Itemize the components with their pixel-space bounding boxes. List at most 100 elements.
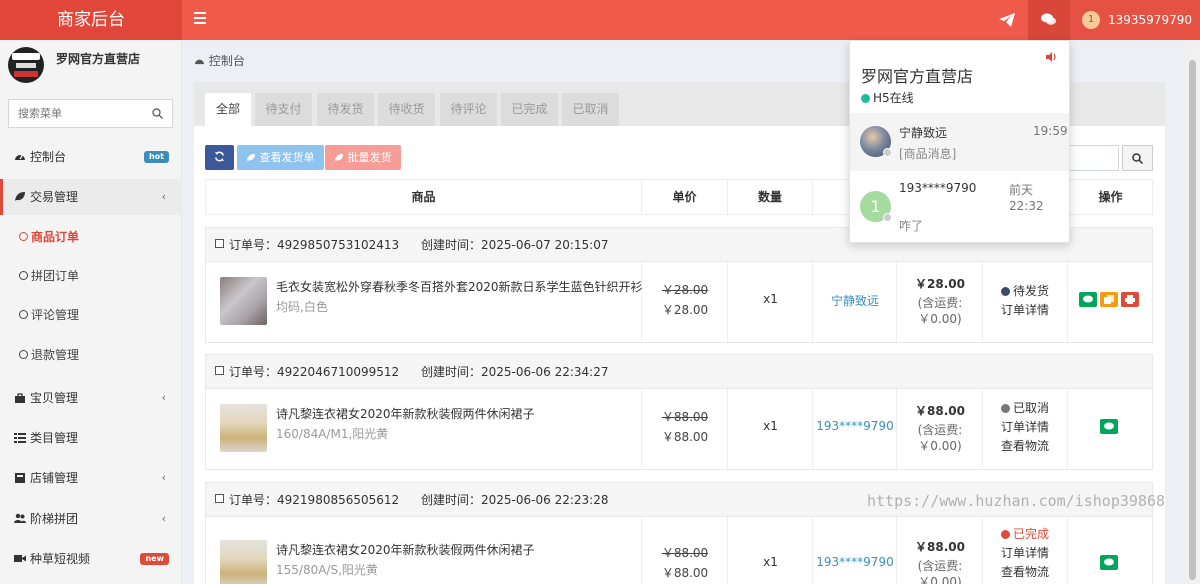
view-logistics-link[interactable]: 查看物流 xyxy=(1001,439,1049,453)
sidebar-item-videos[interactable]: 种草短视频 new xyxy=(0,541,182,577)
circle-icon xyxy=(19,310,28,319)
sidebar-item-categories[interactable]: 类目管理 xyxy=(0,420,182,456)
unit-price: ￥88.00 xyxy=(661,566,709,580)
menu-toggle-icon[interactable] xyxy=(194,12,206,26)
chevron-left-icon: ‹ xyxy=(161,471,166,484)
circle-icon xyxy=(19,232,28,241)
total-price: ￥88.00 xyxy=(915,404,965,418)
quantity: x1 xyxy=(763,292,778,306)
status-text: 待发货 xyxy=(1013,284,1050,298)
conversation-time: 19:59 xyxy=(1033,124,1068,138)
volume-icon[interactable] xyxy=(1046,52,1058,62)
print-button[interactable] xyxy=(1121,292,1139,307)
conversation-item[interactable]: 宁静致远 [商品消息] 19:59 xyxy=(850,113,1069,171)
message-button[interactable] xyxy=(1100,419,1118,434)
batch-ship-button[interactable]: 批量发货 xyxy=(325,145,401,170)
user-menu[interactable]: 1 13935979790 xyxy=(1070,0,1200,40)
message-button[interactable] xyxy=(1079,292,1097,307)
message-button[interactable] xyxy=(1100,555,1118,570)
send-icon[interactable] xyxy=(986,0,1028,40)
copy-icon xyxy=(1104,295,1114,304)
comment-icon xyxy=(1104,558,1114,566)
actions-cell xyxy=(1068,517,1152,584)
tab-pending-review[interactable]: 待评论 xyxy=(440,93,497,126)
sidebar-item-trade[interactable]: 交易管理 ‹ xyxy=(0,179,182,215)
view-shipping-list-button[interactable]: 查看发货单 xyxy=(237,145,324,170)
order-detail-link[interactable]: 订单详情 xyxy=(1001,303,1049,317)
order-checkbox[interactable] xyxy=(215,366,224,375)
order-status: 已完成 订单详情 查看物流 xyxy=(983,525,1069,582)
sidebar-item-group-buy[interactable]: 阶梯拼团 ‹ xyxy=(0,501,182,537)
original-price: ￥88.00 xyxy=(661,546,709,560)
tab-cancelled[interactable]: 已取消 xyxy=(562,93,619,126)
menu-search[interactable] xyxy=(8,99,173,128)
page-scrollbar[interactable] xyxy=(1185,40,1200,584)
sidebar-subitem-group-orders[interactable]: 拼团订单 xyxy=(0,258,182,294)
breadcrumb-label[interactable]: 控制台 xyxy=(209,54,245,68)
order-checkbox[interactable] xyxy=(215,494,224,503)
product-title[interactable]: 诗凡黎连衣裙女2020年新款秋装假两件休闲裙子 xyxy=(276,541,535,558)
chat-icon[interactable] xyxy=(1028,0,1070,40)
view-logistics-link[interactable]: 查看物流 xyxy=(1001,565,1049,579)
conversation-avatar: 1 xyxy=(860,191,892,222)
tab-pending-receipt[interactable]: 待收货 xyxy=(378,93,435,126)
order-detail-link[interactable]: 订单详情 xyxy=(1001,420,1049,434)
sidebar-subitem-orders[interactable]: 商品订单 xyxy=(0,219,182,255)
subitem-label: 商品订单 xyxy=(31,230,80,244)
new-badge: new xyxy=(140,553,169,565)
product-cell: 诗凡黎连衣裙女2020年新款秋装假两件休闲裙子 160/84A/M1,阳光黄 xyxy=(206,389,642,469)
price-cell: ￥88.00 ￥88.00 xyxy=(642,517,728,584)
column-header-product: 商品 xyxy=(206,180,642,214)
dashboard-icon xyxy=(15,154,25,160)
order-header: 订单号：4922046710099512 创建时间：2025-06-06 22:… xyxy=(206,355,1152,389)
note-button[interactable] xyxy=(1100,292,1118,307)
tab-pending-shipment[interactable]: 待发货 xyxy=(317,93,374,126)
buyer-cell: 宁静致远 xyxy=(813,262,897,342)
tab-completed[interactable]: 已完成 xyxy=(501,93,558,126)
buyer-link[interactable]: 193****9790 xyxy=(813,419,897,433)
buyer-link[interactable]: 宁静致远 xyxy=(813,292,897,309)
original-price: ￥88.00 xyxy=(661,410,709,424)
search-icon[interactable] xyxy=(152,108,163,119)
order-created-time: 创建时间：2025-06-06 22:34:27 xyxy=(421,365,609,379)
order-status: 已取消 订单详情 查看物流 xyxy=(983,399,1069,456)
buyer-cell: 193****9790 xyxy=(813,389,897,469)
view-shipping-list-label: 查看发货单 xyxy=(259,151,315,164)
product-thumbnail[interactable] xyxy=(220,277,267,325)
product-thumbnail[interactable] xyxy=(220,540,267,584)
subitem-label: 退款管理 xyxy=(31,348,80,362)
shipping-fee: (含运费: ￥0.00) xyxy=(917,559,963,584)
app-logo[interactable]: 商家后台 xyxy=(0,0,182,40)
sidebar-item-label: 阶梯拼团 xyxy=(30,512,79,526)
batch-ship-label: 批量发货 xyxy=(347,151,392,164)
tab-pending-payment[interactable]: 待支付 xyxy=(255,93,312,126)
order-checkbox[interactable] xyxy=(215,239,224,248)
order-body: 诗凡黎连衣裙女2020年新款秋装假两件休闲裙子 160/84A/M1,阳光黄 ￥… xyxy=(206,389,1152,469)
sidebar-item-dashboard[interactable]: 控制台 hot xyxy=(0,139,182,175)
search-icon xyxy=(1132,153,1143,164)
conversation-item[interactable]: 1 193****9790 咋了 前天 22:32 xyxy=(850,171,1069,241)
shipping-fee: (含运费: ￥0.00) xyxy=(917,423,963,453)
unit-price: ￥28.00 xyxy=(661,303,709,317)
menu-search-input[interactable] xyxy=(9,100,139,127)
product-title[interactable]: 诗凡黎连衣裙女2020年新款秋装假两件休闲裙子 xyxy=(276,405,535,422)
sidebar-subitem-refunds[interactable]: 退款管理 xyxy=(0,337,182,373)
sidebar-item-store[interactable]: 店铺管理 ‹ xyxy=(0,460,182,496)
list-icon xyxy=(14,433,26,443)
order-row: 订单号：4922046710099512 创建时间：2025-06-06 22:… xyxy=(205,354,1153,470)
buyer-link[interactable]: 193****9790 xyxy=(813,555,897,569)
sidebar-item-products[interactable]: 宝贝管理 ‹ xyxy=(0,380,182,416)
product-thumbnail[interactable] xyxy=(220,404,267,452)
sidebar-subitem-reviews[interactable]: 评论管理 xyxy=(0,297,182,333)
order-search-button[interactable] xyxy=(1122,145,1153,171)
refresh-button[interactable] xyxy=(205,145,234,170)
actions-cell xyxy=(1068,262,1152,342)
original-price: ￥28.00 xyxy=(661,283,709,297)
product-title[interactable]: 毛衣女装宽松外穿春秋季冬百搭外套2020新款日系学生蓝色针织开衫 xyxy=(276,278,643,295)
tab-all[interactable]: 全部 xyxy=(205,93,251,126)
order-number: 订单号：4929850753102413 xyxy=(229,238,400,252)
order-detail-link[interactable]: 订单详情 xyxy=(1001,546,1049,560)
circle-icon xyxy=(19,350,28,359)
conversation-avatar xyxy=(860,126,892,157)
chat-popup: 罗网官方直营店 H5在线 宁静致远 [商品消息] 19:59 1 193****… xyxy=(849,40,1070,243)
